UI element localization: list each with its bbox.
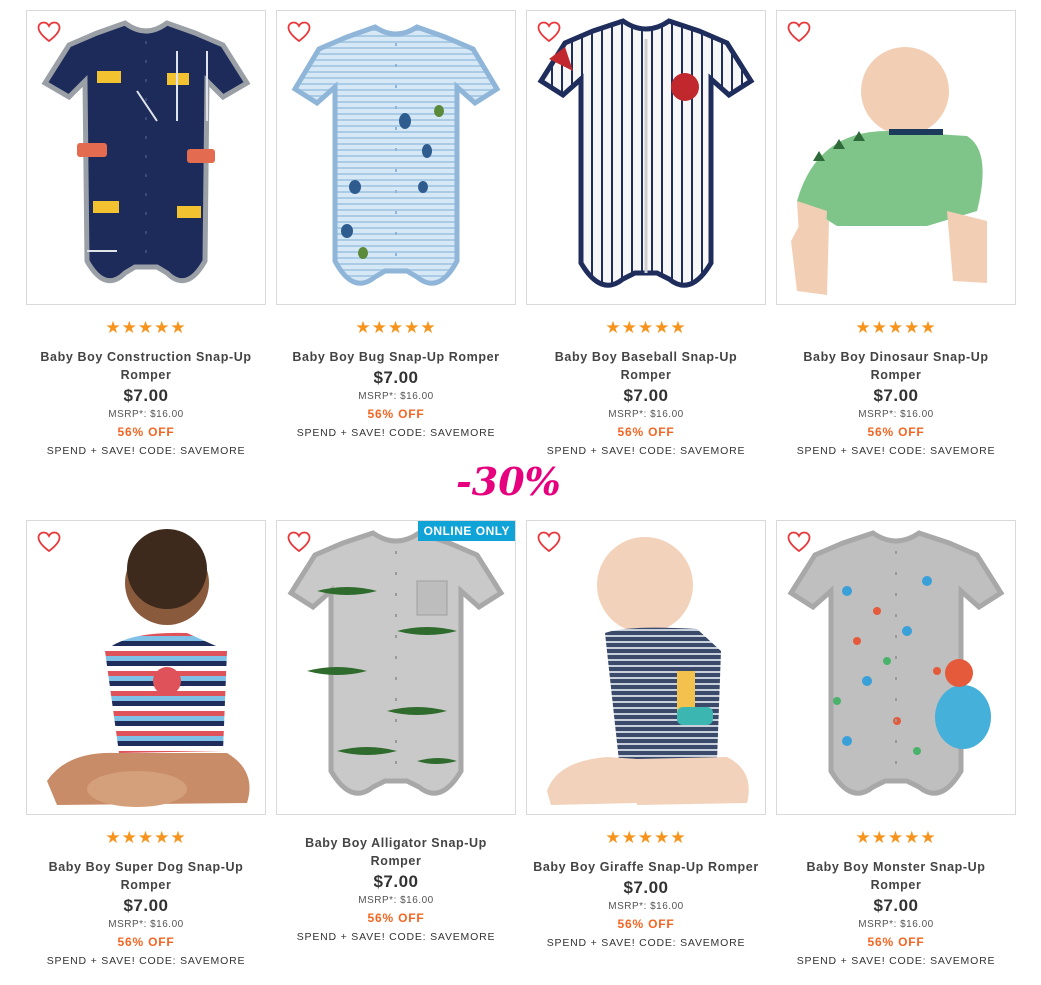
rating-stars: ★★★★★ bbox=[605, 318, 687, 337]
discount-percent: 56% OFF bbox=[117, 935, 175, 949]
wishlist-heart-icon[interactable] bbox=[537, 21, 561, 43]
rating-stars: ★★★★★ bbox=[855, 318, 937, 337]
product-name[interactable]: Baby Boy Giraffe Snap-Up Romper bbox=[526, 858, 766, 876]
promo-code-text: SPEND + SAVE! CODE: SAVEMORE bbox=[796, 445, 996, 457]
rating-stars: ★★★★★ bbox=[605, 828, 687, 847]
romper-construction-image bbox=[41, 20, 251, 284]
promo-code-text: SPEND + SAVE! CODE: SAVEMORE bbox=[46, 445, 246, 457]
product-name[interactable]: Baby Boy Construction Snap-Up Romper bbox=[26, 348, 266, 384]
product-price: $7.00 bbox=[123, 386, 169, 405]
rating-stars: ★★★★★ bbox=[855, 828, 937, 847]
product-name[interactable]: Baby Boy Baseball Snap-Up Romper bbox=[526, 348, 766, 384]
romper-giraffe-image bbox=[547, 537, 749, 805]
romper-alligator-image bbox=[287, 530, 505, 796]
product-msrp: MSRP*: $16.00 bbox=[108, 919, 184, 930]
product-name[interactable]: Baby Boy Monster Snap-Up Romper bbox=[776, 858, 1016, 894]
product-msrp: MSRP*: $16.00 bbox=[358, 391, 434, 402]
product-name[interactable]: Baby Boy Dinosaur Snap-Up Romper bbox=[776, 348, 1016, 384]
product-name[interactable]: Baby Boy Bug Snap-Up Romper bbox=[276, 348, 516, 366]
product-price: $7.00 bbox=[873, 896, 919, 915]
wishlist-heart-icon[interactable] bbox=[287, 531, 311, 553]
product-msrp: MSRP*: $16.00 bbox=[608, 409, 684, 420]
discount-percent: 56% OFF bbox=[367, 911, 425, 925]
product-image[interactable] bbox=[26, 520, 266, 815]
discount-percent: 56% OFF bbox=[617, 917, 675, 931]
product-name[interactable]: Baby Boy Super Dog Snap-Up Romper bbox=[26, 858, 266, 894]
wishlist-heart-icon[interactable] bbox=[287, 21, 311, 43]
discount-percent: 56% OFF bbox=[117, 425, 175, 439]
product-image[interactable] bbox=[526, 520, 766, 815]
wishlist-heart-icon[interactable] bbox=[37, 21, 61, 43]
product-name[interactable]: Baby Boy Alligator Snap-Up Romper bbox=[276, 834, 516, 870]
product-image[interactable] bbox=[26, 10, 266, 305]
product-price: $7.00 bbox=[873, 386, 919, 405]
wishlist-heart-icon[interactable] bbox=[537, 531, 561, 553]
product-msrp: MSRP*: $16.00 bbox=[608, 901, 684, 912]
wishlist-heart-icon[interactable] bbox=[787, 21, 811, 43]
promo-code-text: SPEND + SAVE! CODE: SAVEMORE bbox=[46, 955, 246, 967]
discount-percent: 56% OFF bbox=[367, 407, 425, 421]
product-msrp: MSRP*: $16.00 bbox=[358, 895, 434, 906]
product-image[interactable] bbox=[776, 10, 1016, 305]
product-price: $7.00 bbox=[373, 872, 419, 891]
romper-super-dog-image bbox=[47, 529, 250, 807]
romper-bug-image bbox=[291, 24, 501, 286]
promo-code-text: SPEND + SAVE! CODE: SAVEMORE bbox=[546, 445, 746, 457]
promo-code-text: SPEND + SAVE! CODE: SAVEMORE bbox=[796, 955, 996, 967]
promo-code-text: SPEND + SAVE! CODE: SAVEMORE bbox=[546, 937, 746, 949]
rating-stars: ★★★★★ bbox=[105, 828, 187, 847]
product-price: $7.00 bbox=[123, 896, 169, 915]
product-msrp: MSRP*: $16.00 bbox=[108, 409, 184, 420]
rating-stars: ★★★★★ bbox=[355, 318, 437, 337]
discount-percent: 56% OFF bbox=[867, 935, 925, 949]
product-image[interactable] bbox=[526, 10, 766, 305]
discount-overlay-text: -30% bbox=[456, 459, 561, 504]
romper-baseball-image bbox=[537, 18, 755, 288]
promo-code-text: SPEND + SAVE! CODE: SAVEMORE bbox=[296, 931, 496, 943]
discount-percent: 56% OFF bbox=[617, 425, 675, 439]
product-msrp: MSRP*: $16.00 bbox=[858, 919, 934, 930]
romper-dinosaur-image bbox=[791, 47, 987, 295]
wishlist-heart-icon[interactable] bbox=[37, 531, 61, 553]
romper-monster-image bbox=[787, 530, 1005, 796]
promo-code-text: SPEND + SAVE! CODE: SAVEMORE bbox=[296, 427, 496, 439]
product-price: $7.00 bbox=[623, 386, 669, 405]
product-image[interactable] bbox=[776, 520, 1016, 815]
wishlist-heart-icon[interactable] bbox=[787, 531, 811, 553]
product-msrp: MSRP*: $16.00 bbox=[858, 409, 934, 420]
product-image[interactable] bbox=[276, 10, 516, 305]
rating-stars: ★★★★★ bbox=[105, 318, 187, 337]
online-only-badge: ONLINE ONLY bbox=[417, 521, 515, 541]
discount-percent: 56% OFF bbox=[867, 425, 925, 439]
product-price: $7.00 bbox=[373, 368, 419, 387]
product-image[interactable]: ONLINE ONLY bbox=[276, 520, 516, 815]
product-price: $7.00 bbox=[623, 878, 669, 897]
